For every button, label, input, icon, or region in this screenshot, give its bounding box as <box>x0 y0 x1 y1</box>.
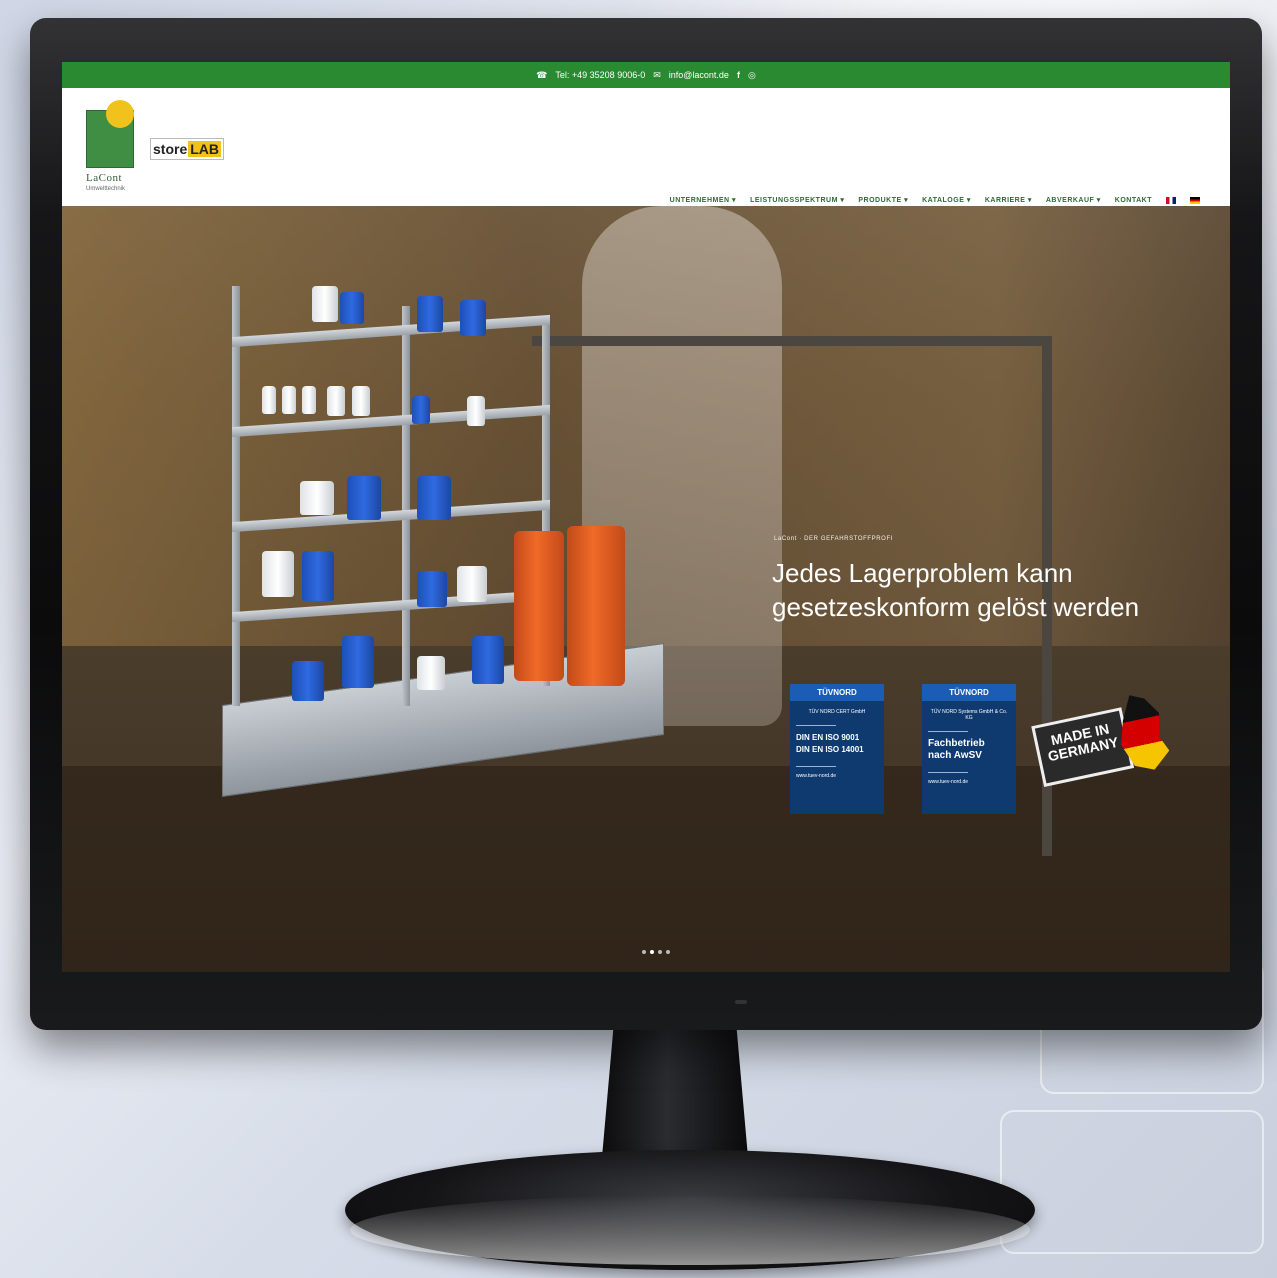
canister <box>417 656 445 690</box>
background-panel <box>1000 1110 1264 1254</box>
site-header: LaCont Umwelttechnik store LAB <box>62 88 1230 206</box>
nav-item-abverkauf[interactable]: ABVERKAUF ▾ <box>1046 196 1101 204</box>
shelf-board <box>232 404 550 438</box>
made-in-germany-text: MADE IN GERMANY <box>1031 707 1135 787</box>
facebook-icon[interactable]: f <box>737 70 740 80</box>
main-nav: UNTERNEHMEN ▾ LEISTUNGSSPEKTRUM ▾ PRODUK… <box>670 196 1200 204</box>
hero-kicker: LaCont · DER GEFAHRSTOFFPROFI <box>774 536 893 542</box>
orange-drum <box>514 531 564 681</box>
email-link[interactable]: info@lacont.de <box>669 70 729 80</box>
cert-org: TÜV NORD CERT GmbH <box>808 709 866 715</box>
cert-url: www.tuev-nord.de <box>796 773 837 779</box>
slider-dot[interactable] <box>658 950 662 954</box>
canister <box>302 551 334 601</box>
canister <box>300 481 334 515</box>
website-screen: ☎ Tel: +49 35208 9006-0 ✉ info@lacont.de… <box>62 62 1230 972</box>
nav-item-leistungsspektrum[interactable]: LEISTUNGSSPEKTRUM ▾ <box>750 196 844 204</box>
hazardous-storage-shelf-image <box>222 286 672 798</box>
nav-label: PRODUKTE <box>858 197 902 204</box>
shelf-board <box>232 499 550 533</box>
cert-brand: TÜVNORD <box>790 684 884 701</box>
cert-divider <box>796 725 836 726</box>
cert-divider <box>928 772 968 773</box>
certificate-awsv[interactable]: TÜVNORD TÜV NORD Systems GmbH & Co. KG F… <box>922 684 1016 814</box>
canister <box>352 386 370 416</box>
nav-label: UNTERNEHMEN <box>669 197 730 204</box>
storelab-lab-text: LAB <box>188 141 222 157</box>
canister <box>417 571 447 607</box>
cert-brand: TÜVNORD <box>922 684 1016 701</box>
canister <box>417 296 443 332</box>
nav-label: KATALOGE <box>922 197 965 204</box>
canister <box>457 566 487 602</box>
storelab-store-text: store <box>153 141 188 157</box>
logo-subtitle: Umwelttechnik <box>86 186 126 192</box>
nav-item-unternehmen[interactable]: UNTERNEHMEN ▾ <box>670 196 736 204</box>
canister <box>460 300 486 336</box>
cert-org: TÜV NORD Systems GmbH & Co. KG <box>930 709 1008 721</box>
canister <box>327 386 345 416</box>
monitor-base-rim <box>350 1195 1030 1265</box>
storelab-logo[interactable]: store LAB <box>150 138 225 160</box>
nav-item-kataloge[interactable]: KATALOGE ▾ <box>922 196 971 204</box>
power-indicator <box>735 1000 747 1004</box>
canister <box>282 386 296 414</box>
slider-dot[interactable] <box>666 950 670 954</box>
canister <box>340 292 364 324</box>
lacont-logo[interactable]: LaCont Umwelttechnik <box>86 100 138 192</box>
canister <box>262 386 276 414</box>
contact-topbar: ☎ Tel: +49 35208 9006-0 ✉ info@lacont.de… <box>62 62 1230 88</box>
hero-headline: Jedes Lagerproblem kann gesetzeskonform … <box>772 558 1140 622</box>
canister <box>262 551 294 597</box>
canister <box>412 396 430 424</box>
shelf-board <box>232 314 550 348</box>
german-flag-icon[interactable] <box>1190 196 1200 204</box>
nav-item-karriere[interactable]: KARRIERE ▾ <box>985 196 1032 204</box>
english-flag-icon[interactable] <box>1166 196 1176 204</box>
nav-label: KONTAKT <box>1114 196 1152 204</box>
cert-line2: nach AwSV <box>928 750 982 761</box>
logo-name: LaCont <box>86 172 122 184</box>
canister <box>342 636 374 688</box>
logo-sun <box>106 100 134 128</box>
hero-slider: LaCont · DER GEFAHRSTOFFPROFI Jedes Lage… <box>62 206 1230 972</box>
canister <box>472 636 504 684</box>
shelf-post <box>402 306 410 706</box>
phone-link[interactable]: Tel: +49 35208 9006-0 <box>555 70 645 80</box>
mail-icon: ✉ <box>653 69 661 80</box>
nav-item-produkte[interactable]: PRODUKTE ▾ <box>858 196 908 204</box>
cert-url: www.tuev-nord.de <box>928 779 969 785</box>
nav-label: KARRIERE <box>984 197 1026 204</box>
nav-label: ABVERKAUF <box>1045 197 1095 204</box>
canister <box>292 661 324 701</box>
slider-dot[interactable] <box>642 950 646 954</box>
cert-line2: DIN EN ISO 14001 <box>796 745 864 754</box>
cert-divider <box>796 766 836 767</box>
slider-pagination <box>642 950 670 954</box>
instagram-icon[interactable]: ◎ <box>748 70 756 81</box>
slider-dot-active[interactable] <box>650 950 654 954</box>
nav-item-kontakt[interactable]: KONTAKT <box>1115 197 1152 204</box>
canister <box>347 476 381 520</box>
certificate-iso[interactable]: TÜVNORD TÜV NORD CERT GmbH DIN EN ISO 90… <box>790 684 884 814</box>
canister <box>467 396 485 426</box>
canister <box>312 286 338 322</box>
phone-icon: ☎ <box>536 69 548 80</box>
nav-label: LEISTUNGSSPEKTRUM <box>750 197 838 204</box>
canister <box>417 476 451 520</box>
canister <box>302 386 316 414</box>
orange-drum <box>567 526 625 686</box>
cert-divider <box>928 731 968 732</box>
cert-line1: DIN EN ISO 9001 <box>796 733 860 742</box>
shelf-post <box>232 286 240 706</box>
cert-line1: Fachbetrieb <box>928 738 985 749</box>
